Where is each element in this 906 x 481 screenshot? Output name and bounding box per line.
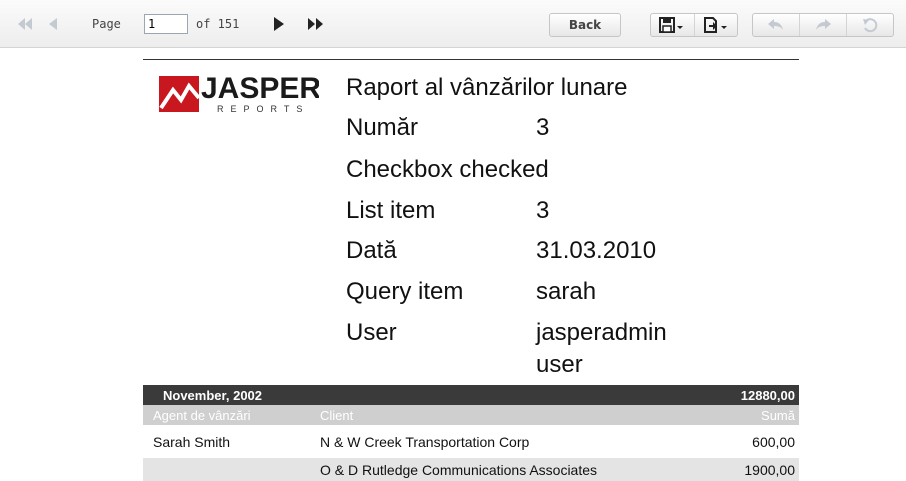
- back-button[interactable]: Back: [549, 13, 621, 37]
- next-page-icon[interactable]: [270, 14, 288, 34]
- column-sum: Sumă: [761, 407, 795, 423]
- save-icon[interactable]: [651, 14, 695, 36]
- column-client: Client: [320, 407, 354, 423]
- page-number-input[interactable]: [144, 14, 188, 34]
- page-count-label: of 151: [196, 17, 240, 31]
- group-month: November, 2002: [163, 387, 263, 403]
- user-value-line1: jasperadmin: [536, 319, 667, 346]
- checkbox-label: Checkbox checked: [346, 156, 549, 183]
- row-client: N & W Creek Transportation Corp: [320, 434, 530, 450]
- number-value: 3: [536, 114, 550, 141]
- redo-icon[interactable]: [800, 14, 847, 36]
- row-client: O & D Rutledge Communications Associates: [320, 461, 598, 478]
- report-title: Raport al vânzărilor lunare: [346, 74, 628, 101]
- date-label: Dată: [346, 237, 397, 264]
- export-icon[interactable]: [695, 14, 738, 36]
- group-header-band: November, 2002 12880,00: [143, 385, 799, 405]
- query-item-label: Query item: [346, 278, 464, 305]
- jasper-reports-logo: JASPER REPORTS: [159, 68, 321, 120]
- column-header-band: Agent de vânzări Client Sumă: [143, 405, 799, 425]
- table-row: O & D Rutledge Communications Associates…: [143, 458, 799, 481]
- report-top-rule: [143, 59, 799, 60]
- date-value: 31.03.2010: [536, 237, 657, 264]
- number-label: Număr: [346, 114, 419, 141]
- logo-sub-text: REPORTS: [217, 104, 309, 114]
- user-label: User: [346, 319, 397, 346]
- last-page-icon[interactable]: [305, 14, 327, 34]
- history-button-group: [752, 13, 894, 37]
- list-item-value: 3: [536, 197, 550, 224]
- undo-all-icon[interactable]: [847, 14, 893, 36]
- table-row: Sarah Smith N & W Creek Transportation C…: [143, 431, 799, 453]
- row-agent: Sarah Smith: [153, 434, 231, 450]
- logo-main-text: JASPER: [201, 72, 319, 105]
- export-button-group: [650, 13, 738, 37]
- row-sum: 1900,00: [744, 461, 795, 478]
- first-page-icon[interactable]: [14, 14, 36, 34]
- user-value-line2: user: [536, 351, 583, 378]
- page-label: Page: [92, 17, 121, 31]
- previous-page-icon[interactable]: [44, 14, 62, 34]
- query-item-value: sarah: [536, 278, 597, 305]
- column-agent: Agent de vânzări: [153, 407, 251, 423]
- report-toolbar: Page of 151 Back: [0, 0, 906, 48]
- group-total: 12880,00: [740, 387, 795, 403]
- undo-icon[interactable]: [753, 14, 800, 36]
- row-sum: 600,00: [752, 434, 795, 450]
- list-item-label: List item: [346, 197, 436, 224]
